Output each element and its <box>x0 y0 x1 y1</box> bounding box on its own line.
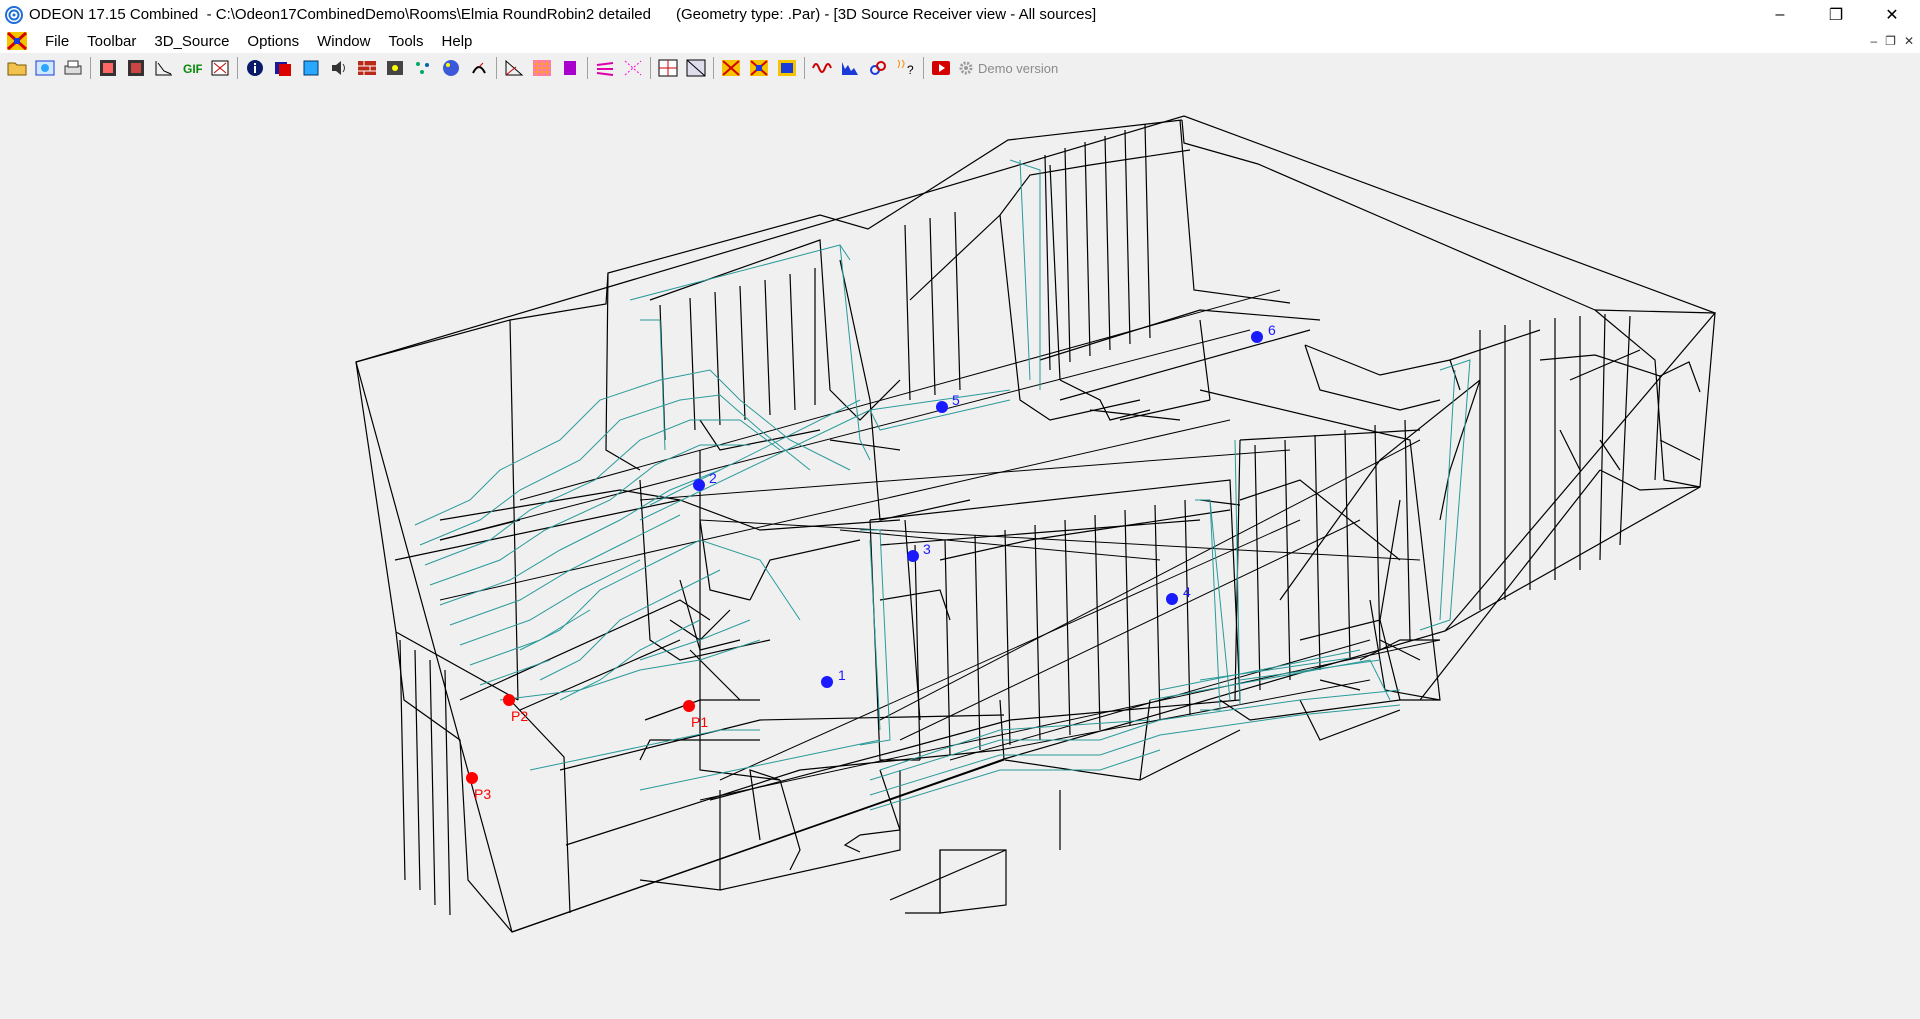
svg-text:GIF: GIF <box>183 62 202 76</box>
source-label: 4 <box>1183 584 1191 600</box>
menu-file[interactable]: File <box>36 33 78 50</box>
gif-icon[interactable]: GIF <box>181 57 203 79</box>
minimize-button[interactable]: – <box>1752 0 1808 29</box>
print-icon[interactable] <box>62 57 84 79</box>
colour-grid-icon[interactable] <box>531 57 553 79</box>
source-marker-icon[interactable] <box>821 676 833 688</box>
waveform-icon[interactable] <box>811 57 833 79</box>
source-marker-icon[interactable] <box>936 401 948 413</box>
odeon-app-icon <box>5 5 23 24</box>
receiver-grid-icon[interactable] <box>384 57 406 79</box>
source-marker-icon[interactable] <box>693 479 705 491</box>
open-folder-icon[interactable] <box>6 57 28 79</box>
room-diagonals <box>439 289 1441 801</box>
source-3[interactable]: 3 <box>907 541 931 562</box>
gear-icon <box>959 61 973 75</box>
ray-trace-icon[interactable] <box>622 57 644 79</box>
toolbar-separator <box>587 57 588 79</box>
3d-source-receiver-view[interactable]: 1 2 3 4 5 6 P1 P2 P3 <box>0 83 1920 1019</box>
source-6[interactable]: 6 <box>1251 322 1276 343</box>
receiver-marker-icon[interactable] <box>503 694 515 706</box>
mdi-minimize-button[interactable]: – <box>1870 34 1877 48</box>
mdi-close-button[interactable]: ✕ <box>1904 34 1914 48</box>
main-toolbar: GIF ? Demo version <box>0 53 1920 83</box>
menu-help[interactable]: Help <box>433 33 482 50</box>
calc-3-icon[interactable] <box>776 57 798 79</box>
receiver-p1[interactable]: P1 <box>683 700 708 730</box>
toolbar-separator <box>237 57 238 79</box>
demo-version-label: Demo version <box>958 60 1058 76</box>
source-label: 6 <box>1268 322 1276 338</box>
film-strip-icon[interactable] <box>97 57 119 79</box>
toolbar-separator <box>713 57 714 79</box>
grid-chart-icon[interactable] <box>209 57 231 79</box>
menu-3d-source[interactable]: 3D_Source <box>145 33 238 50</box>
toolbar-separator <box>496 57 497 79</box>
bar-chart-icon[interactable] <box>559 57 581 79</box>
window-controls: – ❐ ✕ <box>1752 0 1920 29</box>
room-view-icon[interactable] <box>34 57 56 79</box>
decay-chart-icon[interactable] <box>153 57 175 79</box>
receiver-marker-icon[interactable] <box>466 772 478 784</box>
triangle-chart-icon[interactable] <box>503 57 525 79</box>
scatter-icon[interactable] <box>412 57 434 79</box>
source-marker-icon[interactable] <box>1166 593 1178 605</box>
link-icon[interactable] <box>867 57 889 79</box>
receiver-label: P2 <box>511 708 528 724</box>
sphere-icon[interactable] <box>440 57 462 79</box>
source-5[interactable]: 5 <box>936 392 960 413</box>
menu-options[interactable]: Options <box>238 33 308 50</box>
auralisation-icon[interactable] <box>468 57 490 79</box>
sound-help-icon[interactable]: ? <box>895 57 917 79</box>
calc-2-icon[interactable] <box>748 57 770 79</box>
menu-toolbar[interactable]: Toolbar <box>78 33 145 50</box>
wall-brick-icon[interactable] <box>356 57 378 79</box>
demo-version-text: Demo version <box>978 60 1059 76</box>
close-button[interactable]: ✕ <box>1864 0 1920 29</box>
room-wireframe <box>355 115 1717 933</box>
source-label: 5 <box>952 392 960 408</box>
window-title: ODEON 17.15 Combined - C:\Odeon17Combine… <box>29 6 1097 23</box>
menu-bar: File Toolbar 3D_Source Options Window To… <box>0 29 1920 53</box>
speaker-icon[interactable] <box>328 57 350 79</box>
receiver-label: P3 <box>474 786 491 802</box>
room-3d-icon[interactable] <box>685 57 707 79</box>
receiver-label: P1 <box>691 714 708 730</box>
receiver-p3[interactable]: P3 <box>466 772 491 802</box>
surface-list-icon[interactable] <box>300 57 322 79</box>
toolbar-separator <box>90 57 91 79</box>
toolbar-separator <box>923 57 924 79</box>
source-label: 3 <box>923 541 931 557</box>
mdi-controls: – ❐ ✕ <box>1870 29 1914 53</box>
title-bar: ODEON 17.15 Combined - C:\Odeon17Combine… <box>0 0 1920 29</box>
menu-tools[interactable]: Tools <box>379 33 432 50</box>
source-label: 1 <box>838 667 846 683</box>
film-strip-2-icon[interactable] <box>125 57 147 79</box>
receiver-marker-icon[interactable] <box>683 700 695 712</box>
menu-window[interactable]: Window <box>308 33 379 50</box>
toolbar-separator <box>804 57 805 79</box>
info-icon[interactable] <box>244 57 266 79</box>
materials-icon[interactable] <box>272 57 294 79</box>
mdi-restore-button[interactable]: ❐ <box>1885 34 1896 48</box>
video-icon[interactable] <box>930 57 952 79</box>
impulse-response-icon[interactable] <box>839 57 861 79</box>
odeon-menu-logo-icon[interactable] <box>6 31 28 51</box>
source-1[interactable]: 1 <box>821 667 846 688</box>
source-label: 2 <box>709 470 717 486</box>
source-marker-icon[interactable] <box>907 550 919 562</box>
calc-icon[interactable] <box>720 57 742 79</box>
reflection-icon[interactable] <box>594 57 616 79</box>
grid-map-icon[interactable] <box>657 57 679 79</box>
source-marker-icon[interactable] <box>1251 331 1263 343</box>
toolbar-separator <box>650 57 651 79</box>
svg-text:?: ? <box>907 63 914 77</box>
maximize-button[interactable]: ❐ <box>1808 0 1864 29</box>
